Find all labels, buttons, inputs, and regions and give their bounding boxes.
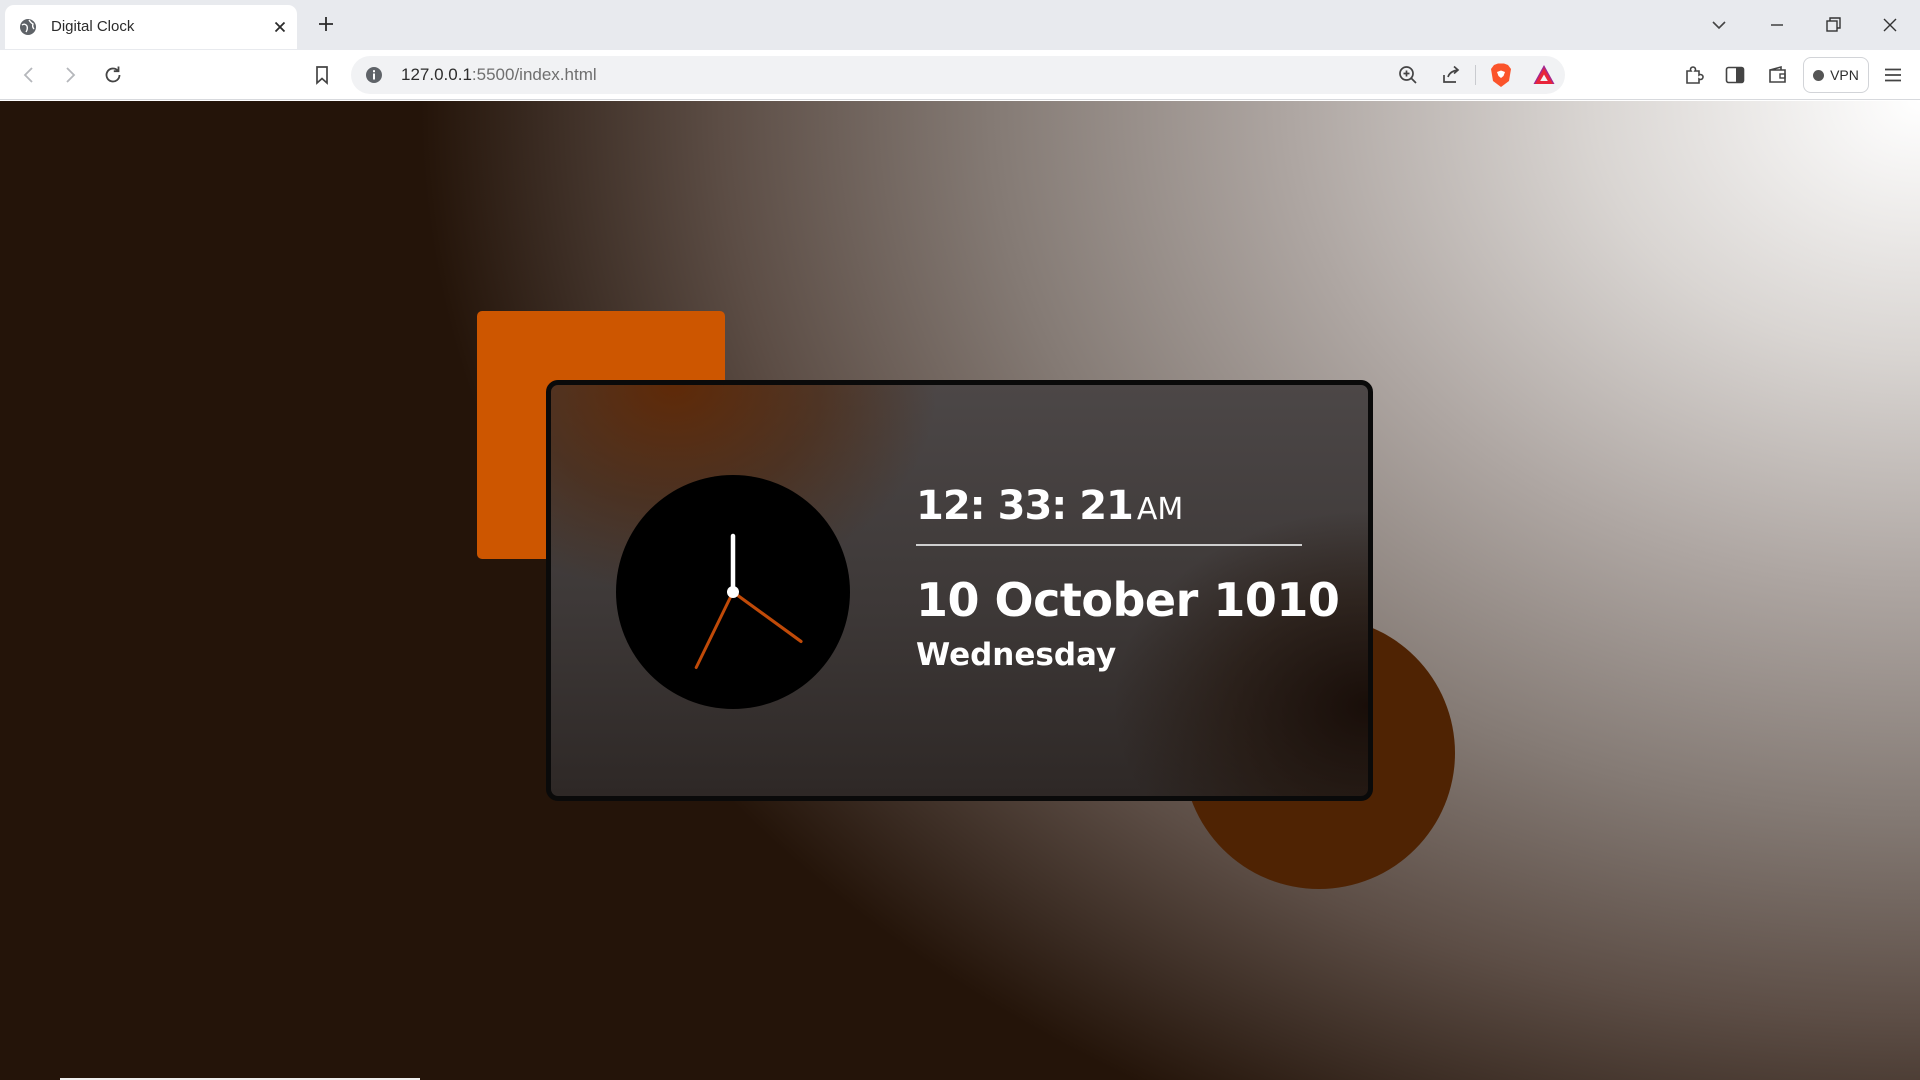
date-year: 1010 [1213, 573, 1340, 627]
digital-time: 12: 33: 21 AM [916, 483, 1183, 529]
analog-clock-face [694, 533, 803, 669]
time-minutes: 33 [997, 483, 1053, 529]
wallet-icon[interactable] [1766, 63, 1790, 87]
minimize-icon[interactable] [1766, 14, 1788, 36]
puzzle-icon[interactable] [1682, 63, 1706, 87]
rewards-triangle-icon[interactable] [1532, 63, 1556, 87]
url-text[interactable]: 127.0.0.1:5500/index.html [401, 65, 597, 85]
page-viewport: 12: 33: 21 AM 10 October 1010 Wednesday [0, 101, 1920, 1080]
chevron-down-icon[interactable] [1708, 14, 1730, 36]
back-arrow-icon[interactable] [17, 63, 41, 87]
vpn-label: VPN [1830, 67, 1859, 83]
close-icon[interactable] [270, 17, 290, 37]
share-icon[interactable] [1439, 63, 1463, 87]
time-separator: : [969, 483, 986, 529]
zoom-in-icon[interactable] [1396, 63, 1420, 87]
brave-lion-icon[interactable] [1489, 62, 1513, 88]
time-divider [916, 544, 1302, 546]
info-icon[interactable] [365, 66, 383, 84]
date-day: 10 [916, 573, 980, 627]
clock-center-pin [727, 586, 739, 598]
time-hours: 12 [916, 483, 971, 529]
tab-title: Digital Clock [51, 18, 135, 35]
minute-hand [731, 590, 803, 643]
vpn-status-icon [1813, 69, 1825, 81]
url-host: 127.0.0.1 [401, 65, 472, 84]
close-icon[interactable] [1879, 14, 1901, 36]
reload-icon[interactable] [101, 63, 125, 87]
second-hand [694, 590, 735, 669]
bookmark-icon[interactable] [310, 63, 334, 87]
tab-digital-clock[interactable]: Digital Clock [5, 5, 297, 49]
hamburger-menu-icon[interactable] [1881, 63, 1905, 87]
time-seconds: 21 [1079, 483, 1134, 529]
restore-icon[interactable] [1822, 14, 1844, 36]
globe-icon [20, 19, 36, 35]
clock-card: 12: 33: 21 AM 10 October 1010 Wednesday [546, 380, 1373, 801]
tab-strip: Digital Clock [0, 0, 1920, 50]
date-line: 10 October 1010 [916, 573, 1340, 627]
url-path: :5500/index.html [471, 65, 597, 84]
forward-arrow-icon[interactable] [58, 63, 82, 87]
address-bar[interactable]: 127.0.0.1:5500/index.html [351, 56, 1565, 94]
plus-icon[interactable] [316, 14, 336, 34]
time-separator: : [1051, 483, 1067, 529]
sidebar-icon[interactable] [1723, 63, 1747, 87]
vpn-button[interactable]: VPN [1803, 57, 1869, 93]
date-month: October [994, 573, 1199, 627]
browser-toolbar: 127.0.0.1:5500/index.html VPN [0, 50, 1920, 100]
date-weekday: Wednesday [916, 637, 1117, 673]
address-divider [1475, 65, 1476, 85]
time-ampm: AM [1136, 492, 1184, 527]
analog-clock [616, 475, 850, 709]
